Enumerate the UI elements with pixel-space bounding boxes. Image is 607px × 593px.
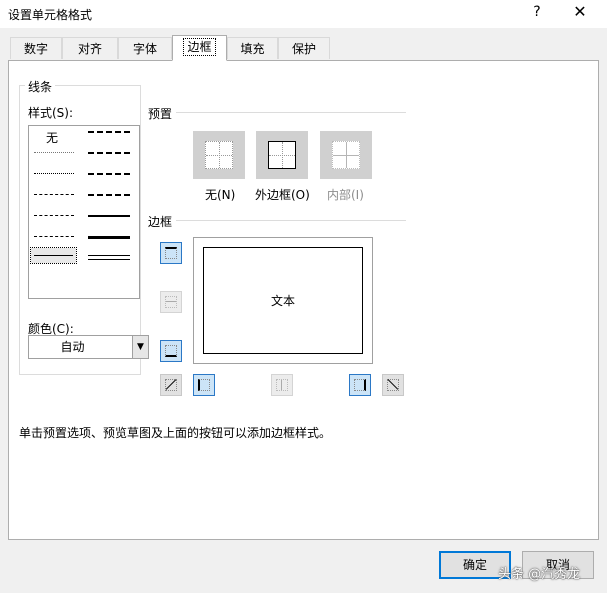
preset-inside-label: 内部(I) — [327, 188, 364, 202]
window-title: 设置单元格格式 — [8, 8, 93, 22]
border-inside-icon — [332, 141, 360, 169]
line-group-title: 线条 — [25, 78, 56, 95]
dialog-client: 数字 对齐 字体 边框 填充 保护 线条 样式(S): 无 颜色(C): 自动 … — [0, 28, 607, 593]
border-diagonal-down-button[interactable] — [382, 374, 404, 396]
title-bar: 设置单元格格式 ? ✕ — [0, 0, 607, 28]
help-icon[interactable]: ? — [528, 4, 546, 22]
border-inside-horizontal-button — [160, 291, 182, 313]
preset-inside-button — [320, 131, 372, 179]
line-style-hair[interactable] — [34, 152, 74, 154]
line-style-none[interactable]: 无 — [46, 129, 58, 146]
tab-font[interactable]: 字体 — [118, 37, 172, 59]
preview-cell: 文本 — [203, 247, 363, 354]
preset-none-label: 无(N) — [205, 188, 236, 202]
hint-text: 单击预置选项、预览草图及上面的按钮可以添加边框样式。 — [19, 426, 332, 440]
border-bottom-button[interactable] — [160, 340, 182, 362]
preset-outline-label: 外边框(O) — [255, 188, 310, 202]
line-style-thick[interactable] — [88, 236, 130, 240]
tab-fill[interactable]: 填充 — [227, 37, 278, 59]
line-style-thin-selected[interactable] — [30, 247, 77, 264]
line-style-medium[interactable] — [88, 215, 130, 218]
tab-panel: 线条 样式(S): 无 颜色(C): 自动 ▼ 预置 无(N) 外边框(O) 内… — [8, 60, 599, 540]
border-preview[interactable]: 文本 — [193, 237, 373, 364]
preview-text: 文本 — [270, 294, 295, 308]
line-style-dotted[interactable] — [34, 173, 74, 175]
diagonal-down-icon — [387, 379, 399, 391]
line-style-med-dash-dot-dot[interactable] — [88, 131, 130, 134]
line-style-dashed[interactable] — [34, 236, 74, 238]
border-inside-vertical-icon — [276, 379, 288, 391]
line-style-list[interactable]: 无 — [28, 125, 140, 299]
watermark: 头条 @汽秀龙 — [498, 567, 581, 582]
border-right-button[interactable] — [349, 374, 371, 396]
border-inside-horizontal-icon — [165, 296, 177, 308]
line-style-med-dashed[interactable] — [88, 194, 130, 197]
tab-alignment[interactable]: 对齐 — [62, 37, 118, 59]
border-outline-icon — [268, 141, 296, 169]
diagonal-up-icon — [165, 379, 177, 391]
close-icon[interactable]: ✕ — [568, 2, 592, 24]
border-title: 边框 — [148, 213, 173, 230]
border-diagonal-up-button[interactable] — [160, 374, 182, 396]
preset-outline-button[interactable] — [256, 131, 308, 179]
line-style-dash-dot[interactable] — [34, 215, 74, 217]
border-divider — [176, 220, 406, 221]
tab-border[interactable]: 边框 — [172, 35, 227, 61]
border-top-icon — [165, 247, 177, 259]
border-right-icon — [354, 379, 366, 391]
border-left-icon — [198, 379, 210, 391]
line-style-dash-dot-dot[interactable] — [34, 194, 74, 196]
border-top-button[interactable] — [160, 242, 182, 264]
color-select[interactable]: 自动 — [28, 335, 133, 359]
chevron-down-icon[interactable]: ▼ — [132, 335, 149, 359]
line-style-slant-dash-dot[interactable] — [88, 152, 130, 155]
border-inside-vertical-button — [271, 374, 293, 396]
line-style-double[interactable] — [88, 255, 130, 260]
border-none-icon — [205, 141, 233, 169]
tab-number[interactable]: 数字 — [10, 37, 62, 59]
tab-protection[interactable]: 保护 — [278, 37, 330, 59]
presets-divider — [176, 112, 406, 113]
line-style-med-dash-dot[interactable] — [88, 173, 130, 176]
preset-none-button[interactable] — [193, 131, 245, 179]
border-left-button[interactable] — [193, 374, 215, 396]
border-bottom-icon — [165, 345, 177, 357]
presets-title: 预置 — [148, 105, 173, 122]
style-label: 样式(S): — [28, 106, 74, 120]
